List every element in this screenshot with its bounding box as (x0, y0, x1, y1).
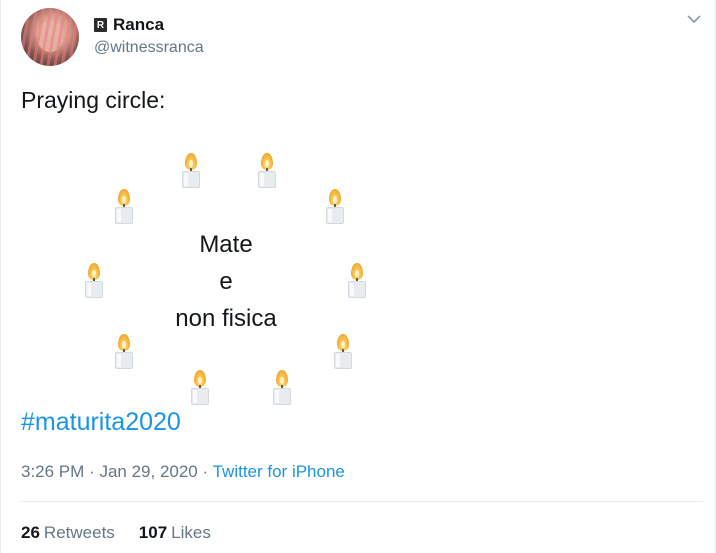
user-handle[interactable]: @witnessranca (94, 39, 204, 57)
candle-icon (347, 263, 369, 299)
avatar-hair (21, 8, 79, 66)
likes-stat[interactable]: 107 Likes (139, 523, 211, 543)
candle-icon (190, 370, 212, 406)
candle-icon (181, 153, 203, 189)
retweets-stat[interactable]: 26 Retweets (21, 523, 115, 543)
user-badge-icon: R (94, 18, 107, 32)
retweets-label: Retweets (43, 523, 115, 542)
likes-label: Likes (171, 523, 211, 542)
candle-icon (272, 370, 294, 406)
tweet-source-link[interactable]: Twitter for iPhone (213, 462, 345, 481)
left-border (0, 0, 1, 553)
chevron-down-icon[interactable] (687, 12, 701, 26)
circle-center-text: Mate e non fisica (160, 226, 292, 337)
tweet-date[interactable]: Jan 29, 2020 (99, 462, 197, 481)
likes-count: 107 (138, 523, 168, 542)
candle-icon (257, 153, 279, 189)
candle-icon (325, 189, 347, 225)
circle-line: non fisica (175, 305, 277, 332)
tweet-time[interactable]: 3:26 PM (21, 462, 84, 481)
candle-icon (114, 189, 136, 225)
avatar[interactable] (21, 8, 79, 66)
name-row: R Ranca (94, 15, 164, 35)
candle-icon (84, 263, 106, 299)
tweet-stats: 26 Retweets 107 Likes (21, 523, 211, 543)
tweet-meta: 3:26 PM · Jan 29, 2020 · Twitter for iPh… (21, 462, 345, 482)
hashtag-link[interactable]: #maturita2020 (21, 408, 181, 437)
candle-icon (333, 334, 355, 370)
divider (21, 501, 703, 502)
meta-separator: · (89, 462, 95, 481)
retweets-count: 26 (21, 523, 40, 542)
circle-line: e (219, 268, 233, 295)
candle-icon (114, 334, 136, 370)
circle-line: Mate (199, 231, 253, 258)
meta-separator: · (202, 462, 209, 481)
display-name[interactable]: Ranca (113, 15, 164, 35)
tweet-text: Praying circle: (21, 87, 166, 113)
